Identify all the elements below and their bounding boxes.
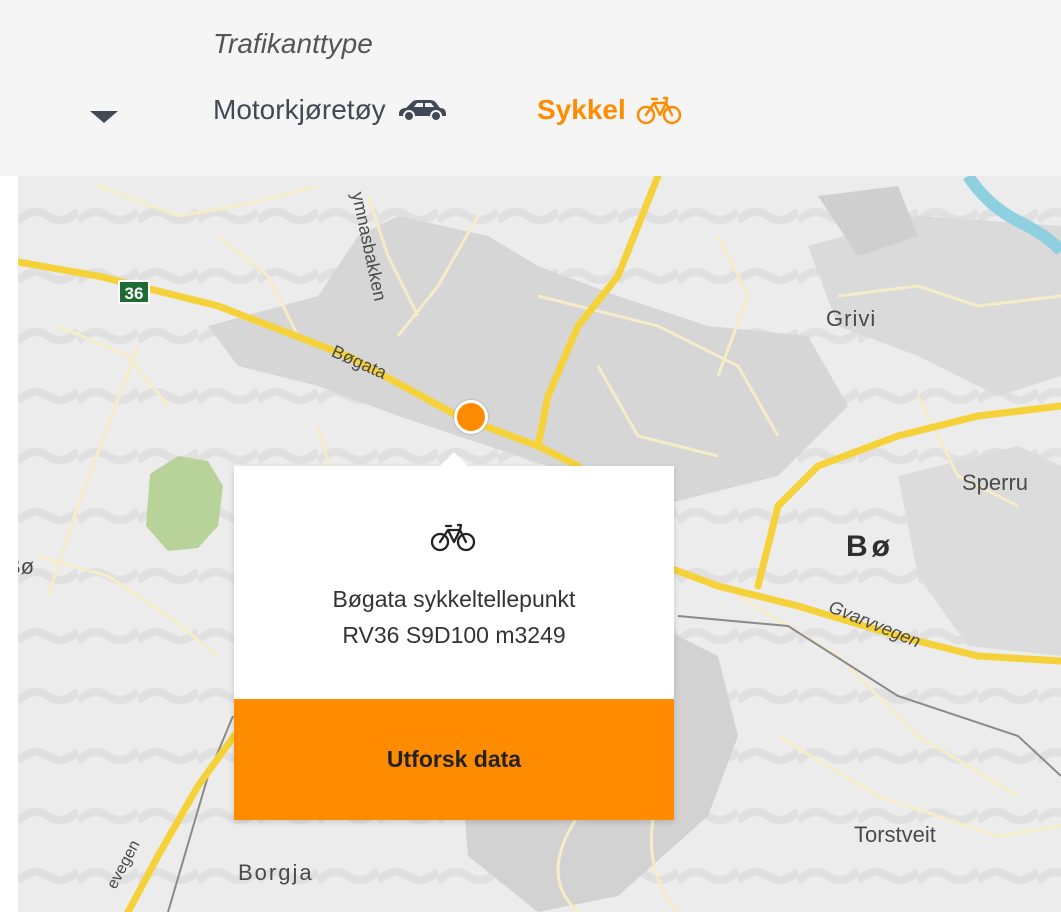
bicycle-icon [430,523,476,552]
counting-point-name: Bøgata sykkeltellepunkt [332,586,576,612]
counting-point-reference: RV36 S9D100 m3249 [342,622,566,648]
option-sykkel[interactable]: Sykkel [537,94,682,126]
counting-point-popup: Bøgata sykkeltellepunkt RV36 S9D100 m324… [234,452,674,820]
explore-data-button[interactable]: Utforsk data [234,699,674,820]
map-label-borgja: Borgja [238,860,314,885]
option-motorkjoretoy[interactable]: Motorkjøretøy [213,94,448,126]
option-sykkel-label: Sykkel [537,94,626,125]
map-label-bo-left: Bø [18,554,35,579]
popup-arrow [438,452,470,468]
map-view[interactable]: 36 Grivi Sperru Bø Bø Bøgata ymnasbakken… [18,176,1061,912]
filter-header: Trafikanttype Motorkjøretøy Sykkel [0,0,1061,176]
counting-point-marker[interactable] [454,400,488,434]
caret-down-icon[interactable] [90,111,118,123]
map-label-torstveit: Torstveit [854,822,936,847]
route-shield: 36 [118,280,150,304]
bicycle-icon [636,96,681,125]
map-label-bo-town: Bø [846,530,894,563]
car-icon [398,100,446,122]
filter-title: Trafikanttype [213,28,373,59]
option-motorkjoretoy-label: Motorkjøretøy [213,94,386,125]
map-label-grivi: Grivi [826,306,877,331]
map-label-sperru: Sperru [962,470,1029,495]
